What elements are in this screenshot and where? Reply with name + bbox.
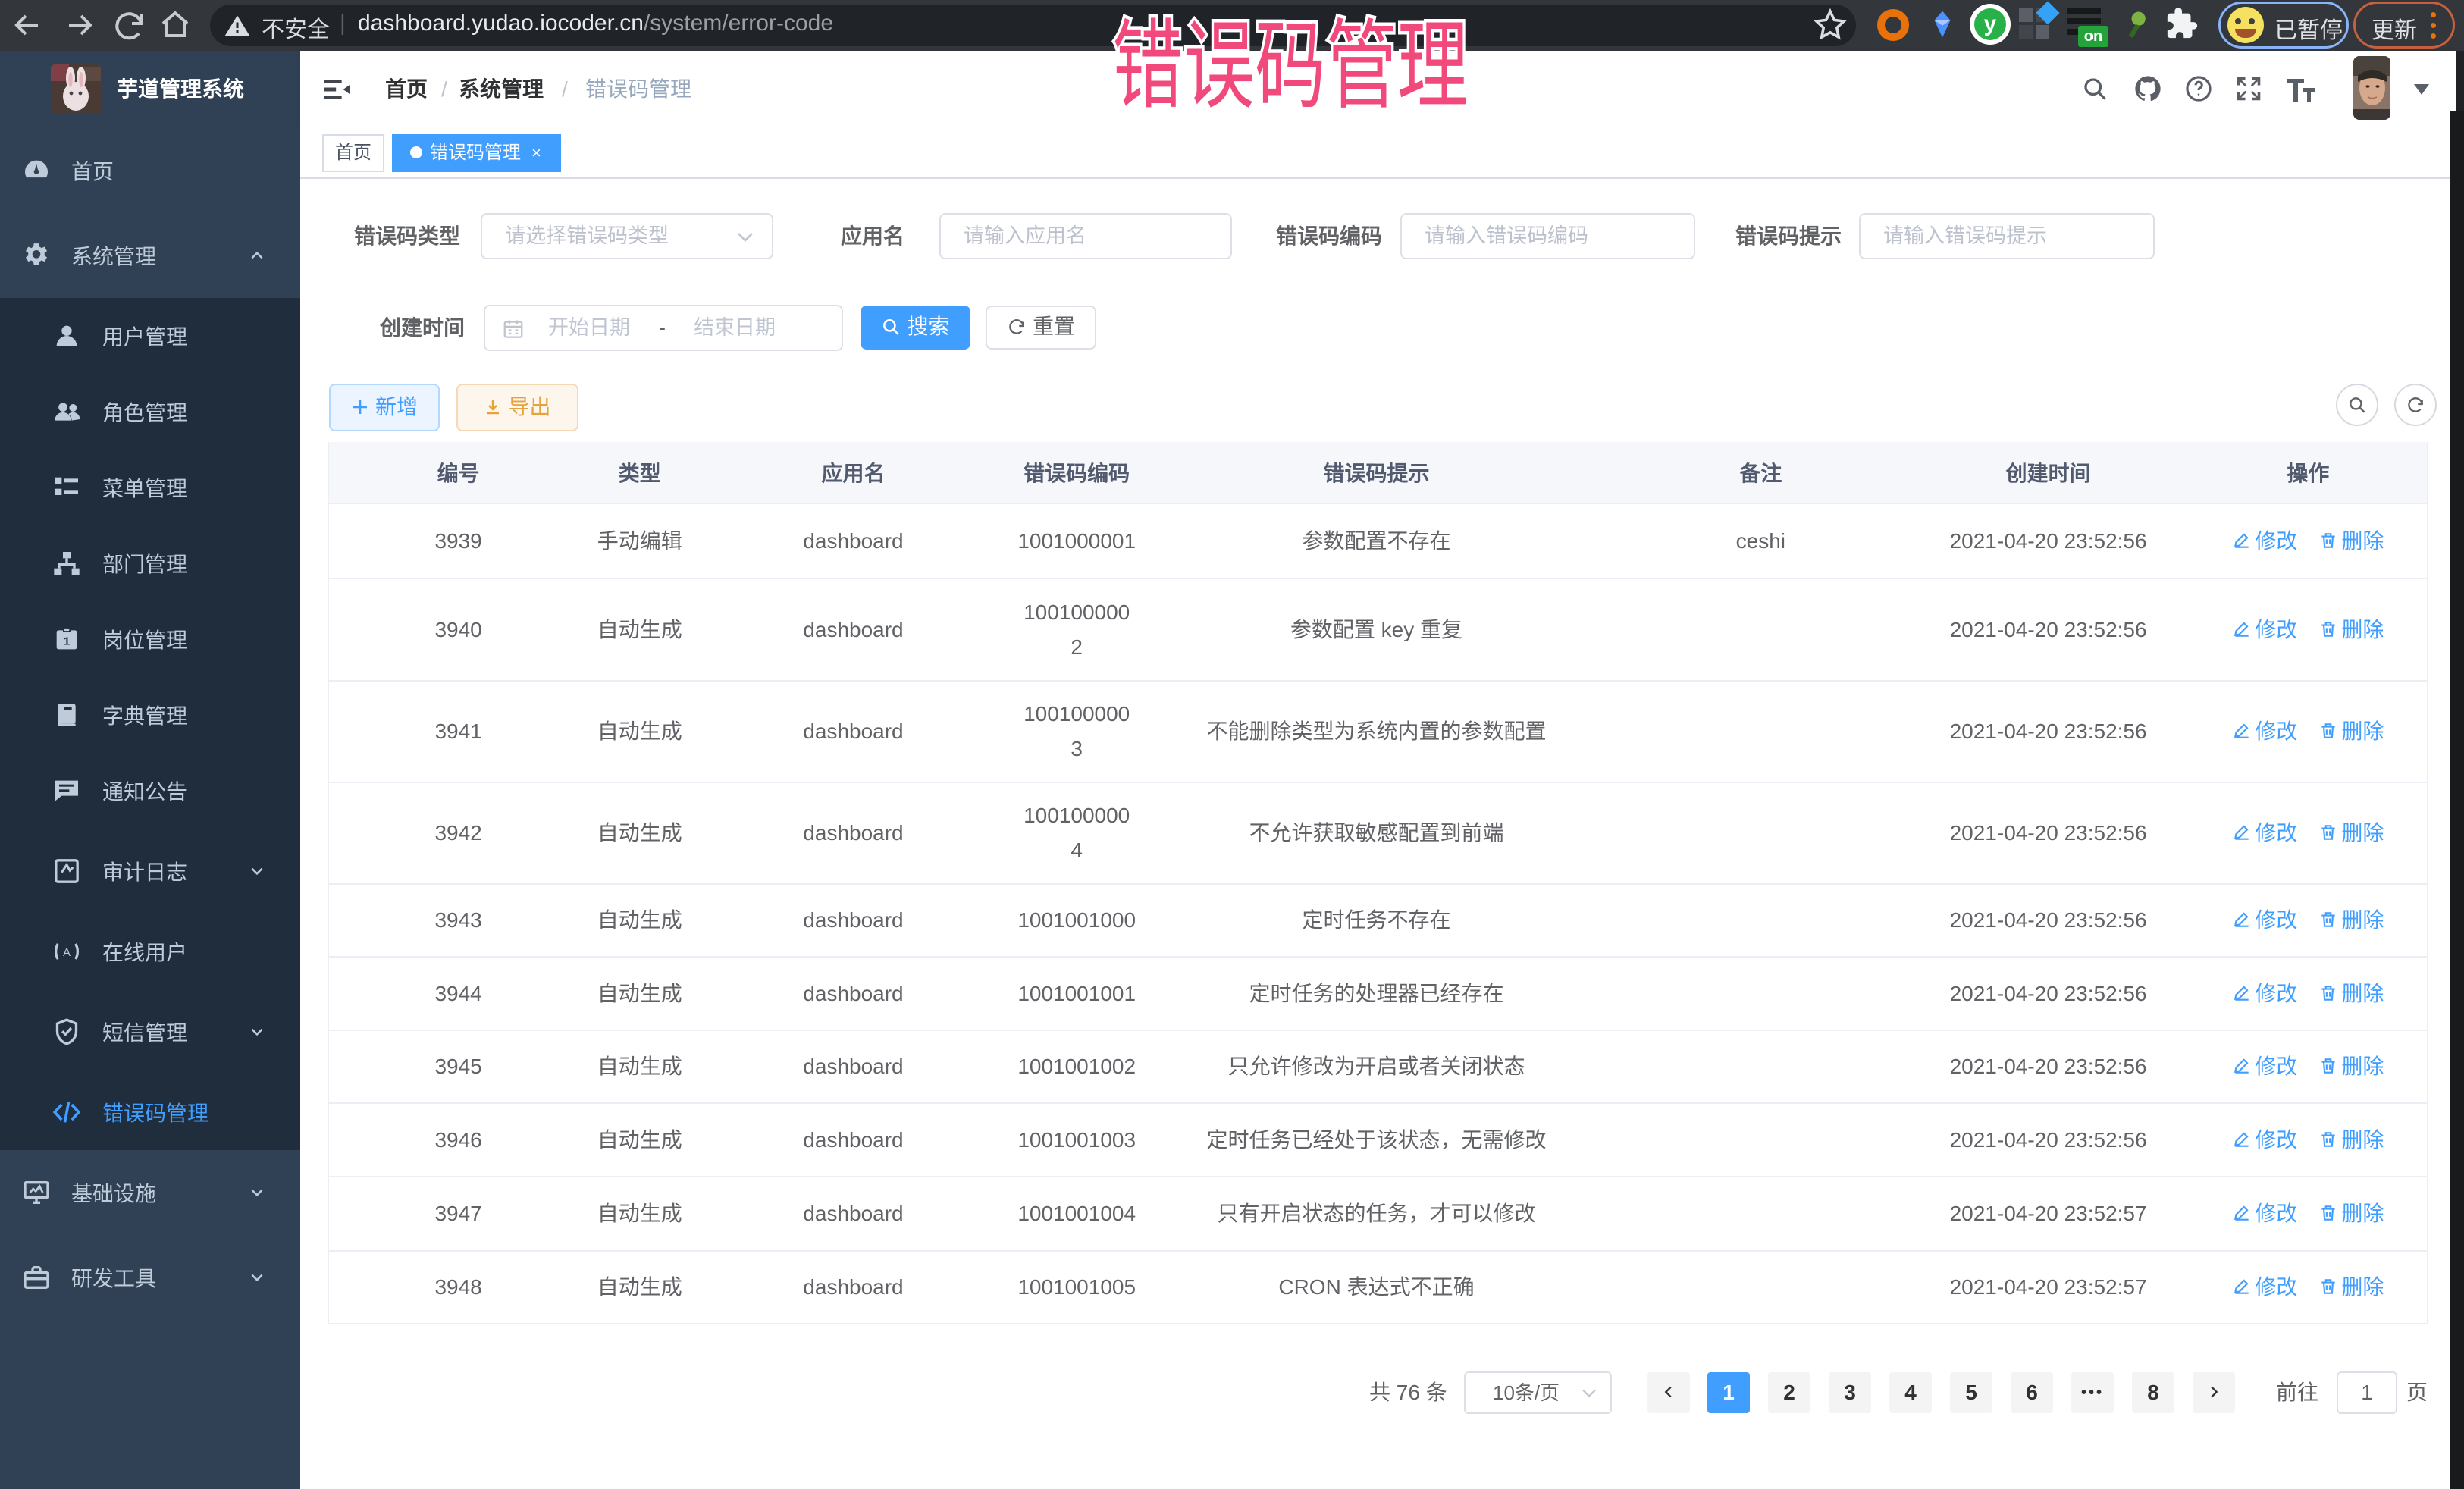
svg-text:错误码管理: 错误码管理 xyxy=(1112,12,1469,121)
svg-text:1: 1 xyxy=(64,635,70,648)
svg-text:A: A xyxy=(63,946,71,959)
